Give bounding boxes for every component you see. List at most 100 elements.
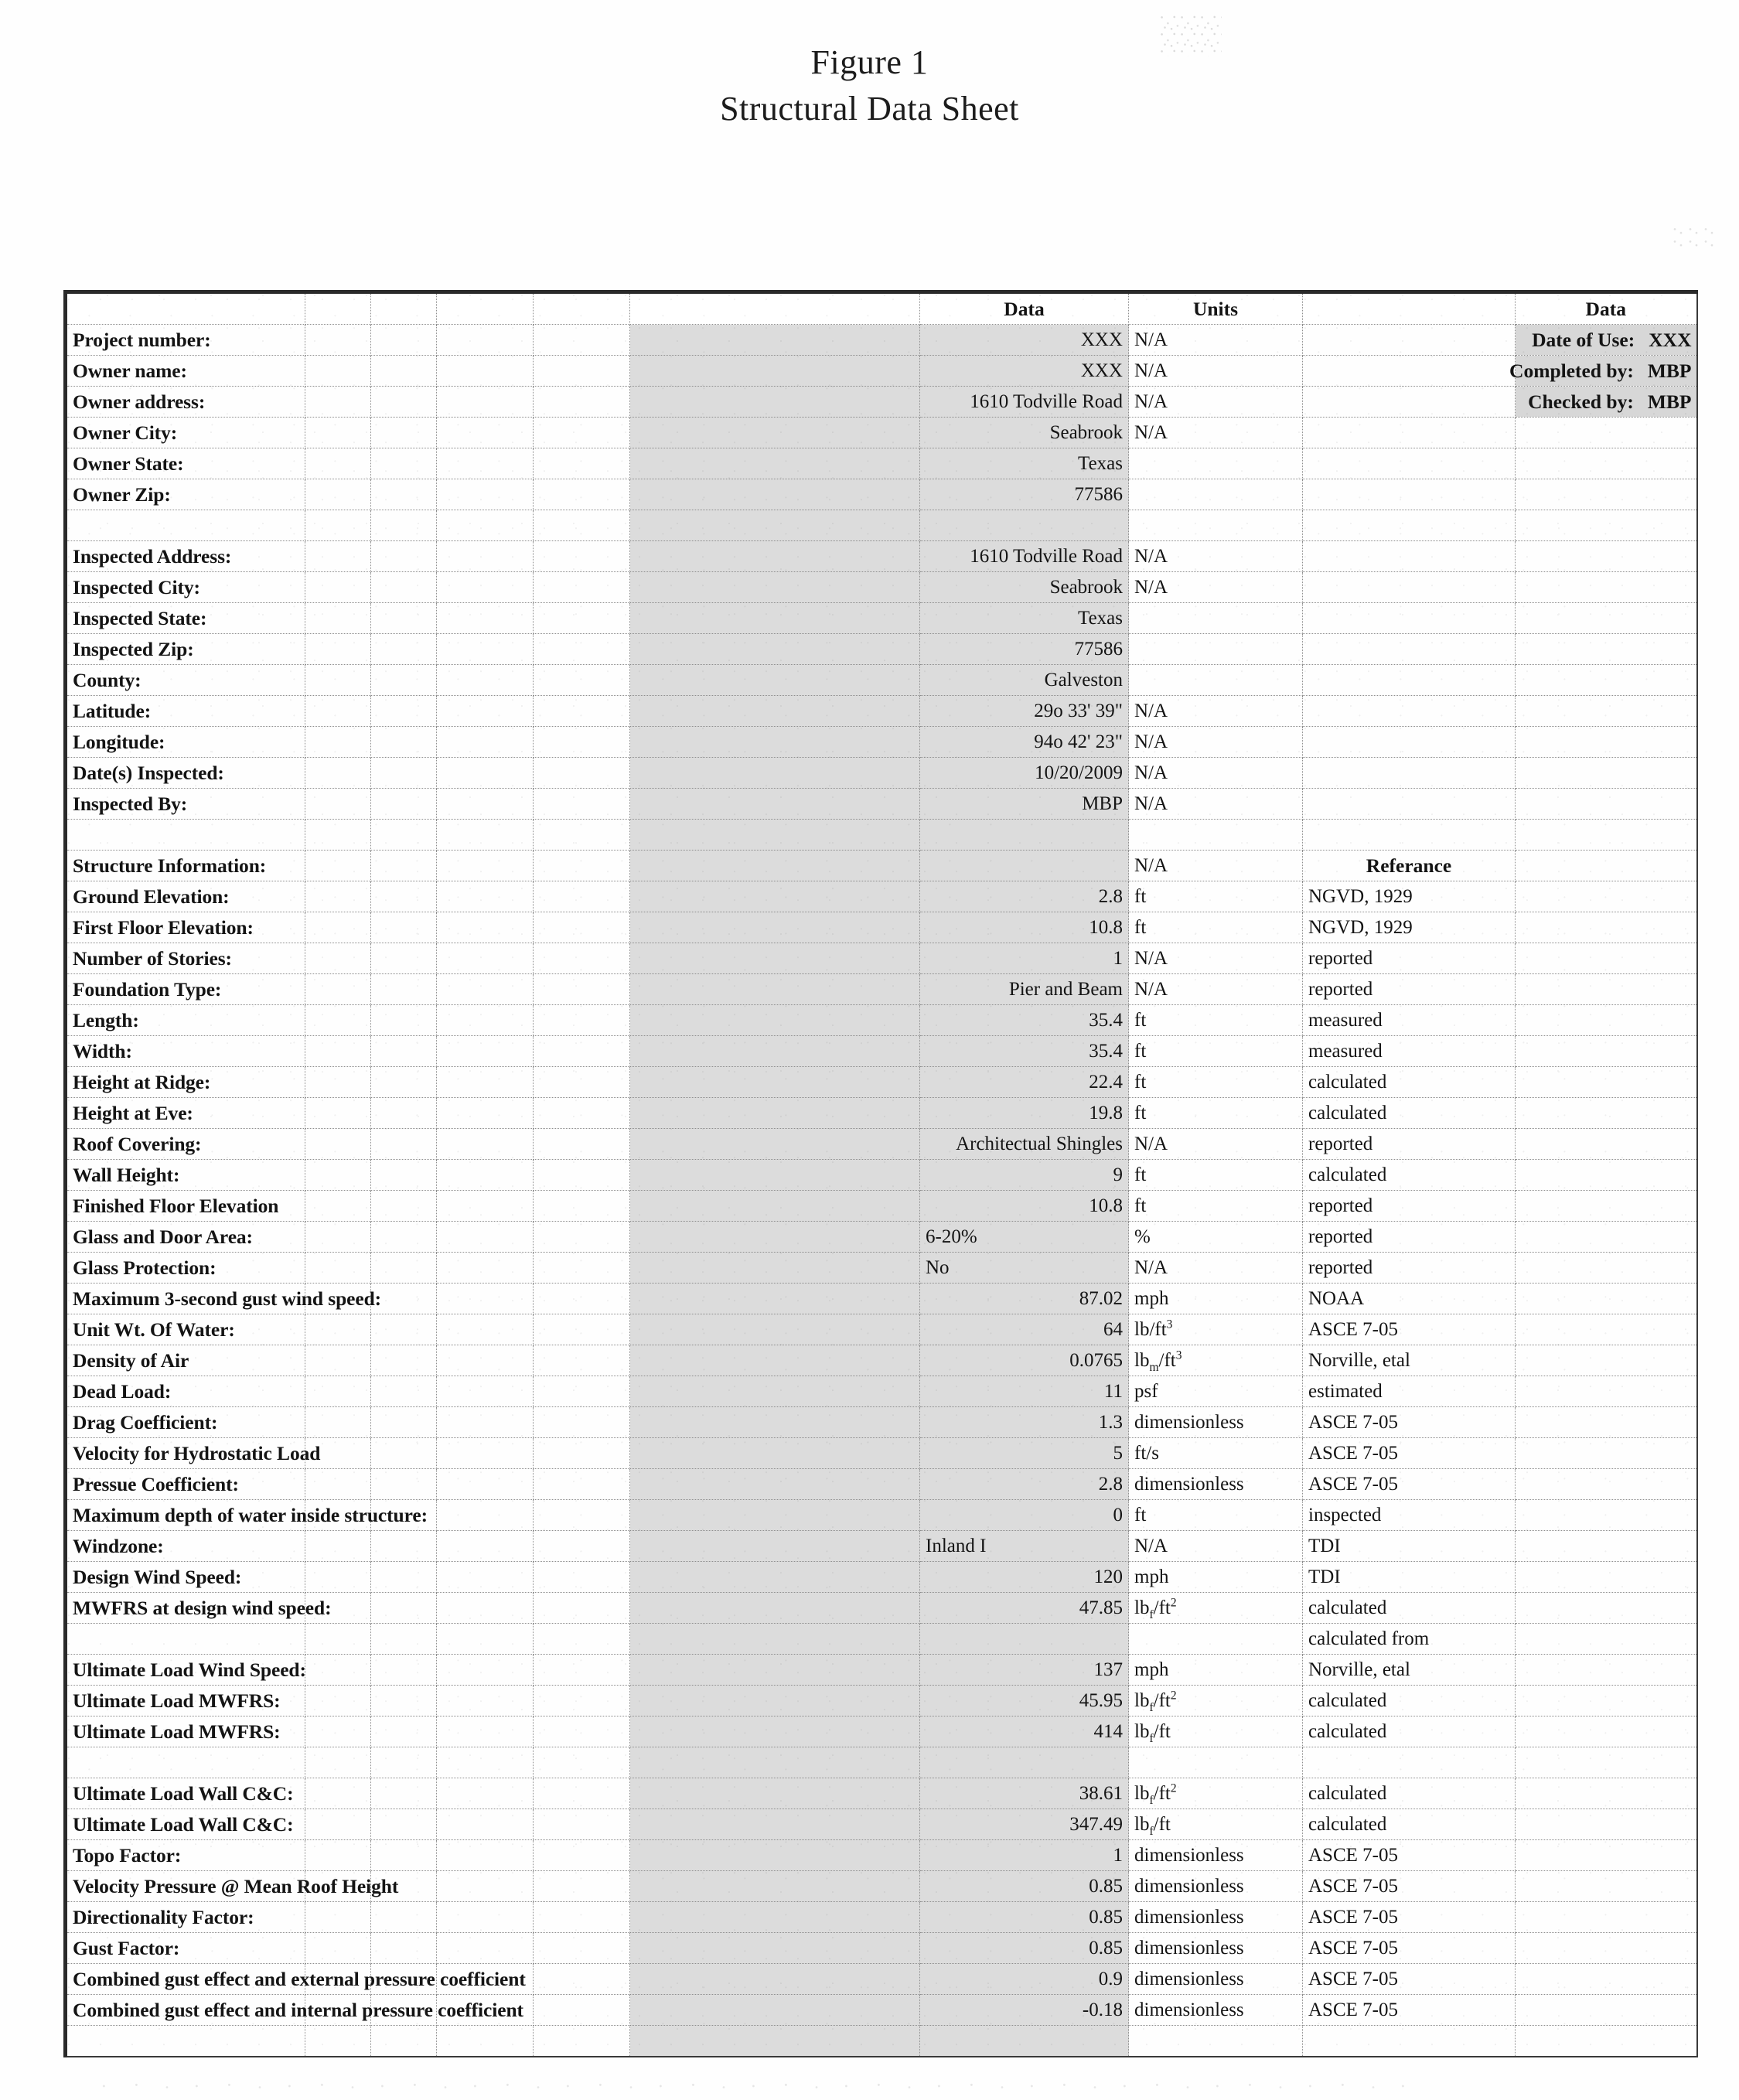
data-band-filler[interactable] bbox=[629, 355, 920, 387]
row-value[interactable]: 2.8 bbox=[919, 881, 1129, 912]
row-value[interactable]: Seabrook bbox=[919, 571, 1129, 603]
row-value[interactable]: 137 bbox=[919, 1654, 1129, 1686]
row-value[interactable] bbox=[919, 850, 1129, 881]
row-value[interactable]: 0.0765 bbox=[919, 1345, 1129, 1376]
row-value[interactable]: 120 bbox=[919, 1561, 1129, 1593]
row-value[interactable]: -0.18 bbox=[919, 1994, 1129, 2026]
row-value[interactable]: 22.4 bbox=[919, 1066, 1129, 1098]
meta-cell[interactable]: Checked by: MBP bbox=[1515, 386, 1697, 418]
data-band-filler[interactable] bbox=[629, 1004, 920, 1036]
meta-cell[interactable]: Completed by: MBP bbox=[1509, 355, 1697, 387]
data-band-filler[interactable] bbox=[629, 664, 920, 696]
row-value[interactable]: 45.95 bbox=[919, 1685, 1129, 1716]
row-value[interactable]: 0.85 bbox=[919, 1932, 1129, 1964]
row-value[interactable]: Galveston bbox=[919, 664, 1129, 696]
row-value[interactable]: 1610 Todville Road bbox=[919, 540, 1129, 572]
data-band-filler[interactable] bbox=[629, 1592, 920, 1624]
data-band-filler[interactable] bbox=[629, 1747, 920, 1778]
data-band-filler[interactable] bbox=[629, 1499, 920, 1531]
data-band-filler[interactable] bbox=[629, 602, 920, 634]
row-value[interactable] bbox=[919, 2025, 1129, 2057]
meta-value[interactable]: XXX bbox=[1642, 329, 1691, 351]
row-value[interactable]: Seabrook bbox=[919, 417, 1129, 448]
row-value[interactable]: 87.02 bbox=[919, 1283, 1129, 1314]
row-value[interactable]: 10/20/2009 bbox=[919, 757, 1129, 789]
row-value[interactable]: Pier and Beam bbox=[919, 973, 1129, 1005]
row-value[interactable]: 0 bbox=[919, 1499, 1129, 1531]
data-band-filler[interactable] bbox=[629, 943, 920, 974]
row-value[interactable]: 1 bbox=[919, 943, 1129, 974]
data-band-filler[interactable] bbox=[629, 1994, 920, 2026]
data-band-filler[interactable] bbox=[629, 1437, 920, 1469]
data-band-filler[interactable] bbox=[629, 1901, 920, 1933]
data-band-filler[interactable] bbox=[629, 540, 920, 572]
data-band-filler[interactable] bbox=[629, 912, 920, 943]
data-band-filler[interactable] bbox=[629, 726, 920, 758]
row-value[interactable]: 0.85 bbox=[919, 1901, 1129, 1933]
row-value[interactable]: Architectual Shingles bbox=[919, 1128, 1129, 1160]
data-band-filler[interactable] bbox=[629, 571, 920, 603]
data-band-filler[interactable] bbox=[629, 1932, 920, 1964]
data-band-filler[interactable] bbox=[629, 1839, 920, 1871]
data-band-filler[interactable] bbox=[629, 1468, 920, 1500]
data-band-filler[interactable] bbox=[629, 2025, 920, 2057]
meta-value[interactable]: MBP bbox=[1642, 360, 1692, 382]
row-value[interactable]: 19.8 bbox=[919, 1097, 1129, 1129]
meta-cell[interactable]: Date of Use: XXX bbox=[1515, 324, 1697, 356]
row-value[interactable]: 6-20% bbox=[919, 1221, 1129, 1253]
data-band-filler[interactable] bbox=[629, 448, 920, 479]
data-band-filler[interactable] bbox=[629, 510, 920, 541]
row-value[interactable]: 38.61 bbox=[919, 1778, 1129, 1809]
row-value[interactable]: 77586 bbox=[919, 479, 1129, 510]
data-band-filler[interactable] bbox=[629, 1870, 920, 1902]
data-band-filler[interactable] bbox=[629, 1035, 920, 1067]
row-value[interactable]: 0.85 bbox=[919, 1870, 1129, 1902]
row-value[interactable]: 47.85 bbox=[919, 1592, 1129, 1624]
row-value[interactable]: 5 bbox=[919, 1437, 1129, 1469]
meta-value[interactable]: MBP bbox=[1642, 390, 1692, 413]
data-band-filler[interactable] bbox=[629, 1654, 920, 1686]
row-value[interactable]: 29o 33' 39" bbox=[919, 695, 1129, 727]
data-band-filler[interactable] bbox=[629, 973, 920, 1005]
data-band-filler[interactable] bbox=[629, 386, 920, 418]
row-value[interactable] bbox=[919, 1623, 1129, 1655]
data-band-filler[interactable] bbox=[629, 1252, 920, 1284]
data-band-filler[interactable] bbox=[629, 850, 920, 881]
data-band-filler[interactable] bbox=[629, 1221, 920, 1253]
data-band-filler[interactable] bbox=[629, 1963, 920, 1995]
data-band-filler[interactable] bbox=[629, 417, 920, 448]
row-value[interactable]: Texas bbox=[919, 448, 1129, 479]
row-value[interactable]: 414 bbox=[919, 1716, 1129, 1747]
row-value[interactable]: 11 bbox=[919, 1376, 1129, 1407]
row-value[interactable]: XXX bbox=[919, 324, 1129, 356]
data-band-filler[interactable] bbox=[629, 1097, 920, 1129]
row-value[interactable]: Texas bbox=[919, 602, 1129, 634]
data-band-filler[interactable] bbox=[629, 881, 920, 912]
row-value[interactable] bbox=[919, 1747, 1129, 1778]
row-value[interactable]: 64 bbox=[919, 1314, 1129, 1345]
row-value[interactable]: 1610 Todville Road bbox=[919, 386, 1129, 418]
data-band-filler[interactable] bbox=[629, 819, 920, 851]
row-value[interactable]: XXX bbox=[919, 355, 1129, 387]
row-value[interactable]: 1 bbox=[919, 1839, 1129, 1871]
data-band-filler[interactable] bbox=[629, 1623, 920, 1655]
data-band-filler[interactable] bbox=[629, 324, 920, 356]
row-value[interactable] bbox=[919, 819, 1129, 851]
row-value[interactable]: 1.3 bbox=[919, 1406, 1129, 1438]
data-band-filler[interactable] bbox=[629, 1809, 920, 1840]
data-band-filler[interactable] bbox=[629, 633, 920, 665]
row-value[interactable]: 347.49 bbox=[919, 1809, 1129, 1840]
row-value[interactable]: 9 bbox=[919, 1159, 1129, 1191]
row-value[interactable]: 10.8 bbox=[919, 1190, 1129, 1222]
row-value[interactable] bbox=[919, 510, 1129, 541]
data-band-filler[interactable] bbox=[629, 1345, 920, 1376]
row-value[interactable]: 94o 42' 23" bbox=[919, 726, 1129, 758]
row-value[interactable]: 35.4 bbox=[919, 1035, 1129, 1067]
row-value[interactable]: 77586 bbox=[919, 633, 1129, 665]
row-value[interactable]: MBP bbox=[919, 788, 1129, 820]
data-band-filler[interactable] bbox=[629, 1314, 920, 1345]
data-band-filler[interactable] bbox=[629, 1190, 920, 1222]
row-value[interactable]: 0.9 bbox=[919, 1963, 1129, 1995]
row-value[interactable]: Inland I bbox=[919, 1530, 1129, 1562]
data-band-filler[interactable] bbox=[629, 695, 920, 727]
